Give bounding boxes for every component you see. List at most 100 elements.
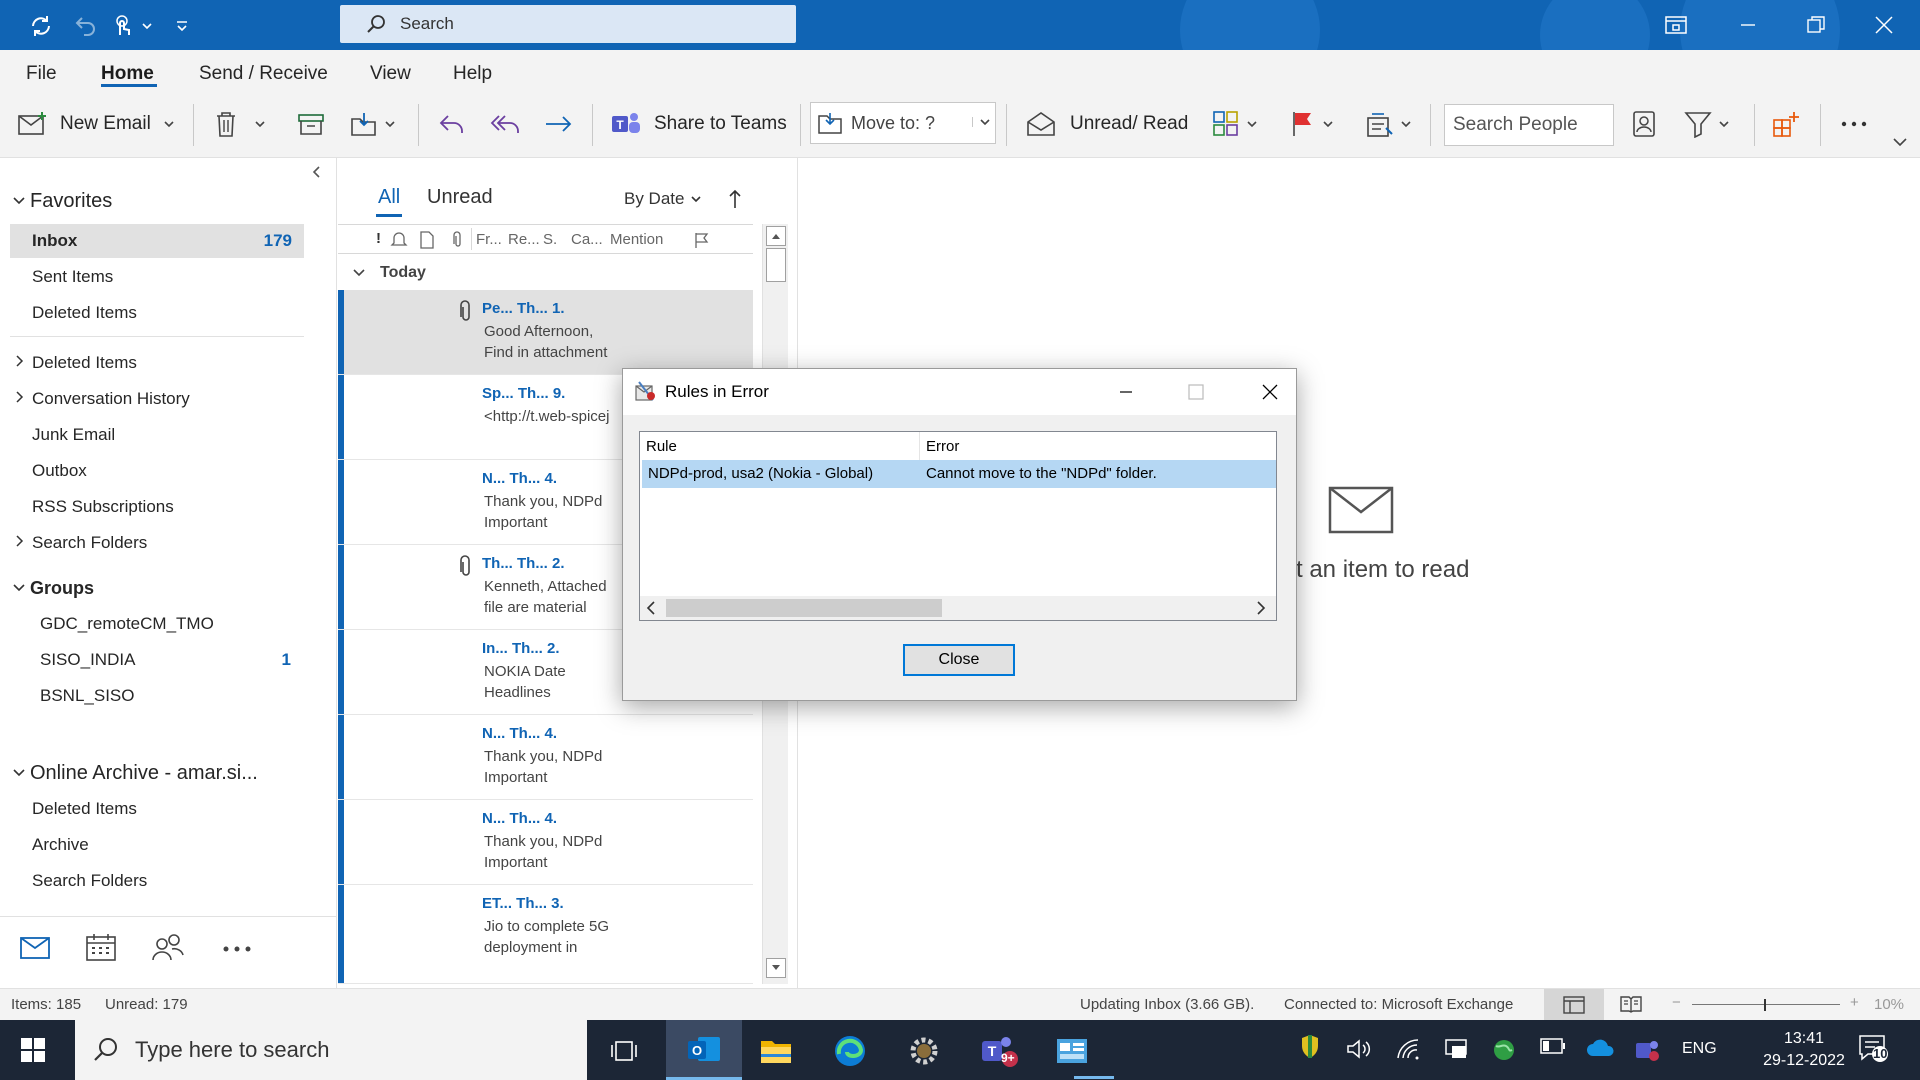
search-input[interactable]: Search [340,5,796,43]
chevron-down-icon[interactable] [1322,119,1334,129]
menu-home[interactable]: Home [101,63,154,85]
touch-mode-icon[interactable] [110,13,136,39]
people-icon[interactable] [152,933,184,961]
dialog-minimize-button[interactable] [1103,369,1149,415]
rule-error-row[interactable]: NDPd-prod, usa2 (Nokia - Global) Cannot … [642,460,1276,488]
security-shield-icon[interactable] [1300,1034,1320,1060]
folder-junk-email[interactable]: Junk Email [32,425,115,445]
zoom-slider-thumb[interactable] [1764,999,1766,1011]
edge-browser-icon[interactable] [818,1026,882,1076]
coming-soon-icon[interactable] [1640,0,1712,50]
group-siso-india[interactable]: SISO_INDIA [40,650,135,670]
settings-gear-app-icon[interactable] [892,1026,956,1076]
folder-outbox[interactable]: Outbox [32,461,87,481]
more-apps-icon[interactable] [222,945,252,953]
dialog-title-bar[interactable]: Rules in Error [623,369,1296,415]
onedrive-cloud-icon[interactable] [1586,1038,1616,1058]
chevron-down-icon[interactable] [1246,119,1258,129]
language-indicator[interactable]: ENG [1682,1040,1717,1058]
unread-read-button[interactable]: Unread/ Read [1026,106,1188,142]
group-bsnl-siso[interactable]: BSNL_SISO [40,686,135,706]
task-view-icon[interactable] [592,1026,656,1076]
collapse-pane-icon[interactable] [310,164,322,180]
notification-center-icon[interactable]: 10 [1858,1034,1888,1062]
file-explorer-icon[interactable] [744,1026,808,1076]
chevron-down-icon[interactable] [972,117,991,127]
mail-icon[interactable] [20,937,50,959]
restore-button[interactable] [1780,0,1852,50]
outlook-taskbar-icon[interactable]: O [666,1020,742,1080]
menu-help[interactable]: Help [453,63,492,85]
groups-header[interactable]: Groups [12,578,94,599]
globe-icon[interactable] [1492,1038,1516,1062]
new-email-button[interactable]: New Email [18,106,175,142]
reading-view-icon[interactable] [1620,995,1642,1013]
flag-column-icon[interactable] [694,231,710,249]
scroll-down-arrow-icon[interactable] [766,958,786,978]
column-received[interactable]: Re... [508,231,540,248]
column-size[interactable]: S. [543,231,557,248]
column-categories[interactable]: Ca... [571,231,603,248]
delete-button[interactable] [214,106,266,142]
share-to-teams-button[interactable]: T Share to Teams [610,106,787,142]
move-to-button[interactable] [350,106,396,142]
message-item[interactable]: Pe... Th... 1. Good Afternoon, Find in a… [338,290,753,375]
sort-by-date[interactable]: By Date [624,189,702,209]
folder-sent-items[interactable]: Sent Items [32,267,113,287]
dialog-close-icon[interactable] [1243,369,1297,415]
scroll-left-arrow-icon[interactable] [644,600,658,616]
scroll-up-arrow-icon[interactable] [766,226,786,246]
folder-inbox[interactable]: Inbox 179 [10,224,304,258]
address-book-button[interactable] [1632,106,1656,142]
control-panel-icon[interactable] [1040,1026,1104,1076]
get-add-ins-button[interactable] [1772,106,1800,142]
message-item[interactable]: ET... Th... 3. Jio to complete 5G deploy… [338,885,753,984]
teams-taskbar-icon[interactable]: T 9+ [966,1026,1030,1076]
zoom-out-button[interactable]: − [1672,994,1681,1011]
teams-tray-icon[interactable] [1634,1038,1660,1062]
battery-icon[interactable] [1540,1038,1566,1054]
undo-icon[interactable] [72,13,98,39]
folder-search-folders[interactable]: Search Folders [14,533,147,553]
volume-icon[interactable] [1346,1038,1372,1060]
chevron-down-icon[interactable] [1718,119,1730,129]
horizontal-scroll-thumb[interactable] [666,599,942,617]
forward-button[interactable] [544,106,574,142]
categorize-button[interactable] [1212,106,1258,142]
menu-file[interactable]: File [26,63,57,85]
chevron-down-icon[interactable] [1400,119,1412,129]
folder-rss-subscriptions[interactable]: RSS Subscriptions [32,497,174,517]
message-item[interactable]: N... Th... 4. Thank you, NDPd Important [338,715,753,800]
chevron-down-icon[interactable] [254,119,266,129]
message-item[interactable]: N... Th... 4. Thank you, NDPd Important [338,800,753,885]
online-archive-header[interactable]: Online Archive - amar.si... [12,762,258,785]
column-header-rule[interactable]: Rule [640,432,920,460]
folder-conversation-history[interactable]: Conversation History [14,389,190,409]
taskbar-search-input[interactable]: Type here to search [75,1020,587,1080]
archive-search-folders[interactable]: Search Folders [32,871,147,891]
item-type-icon[interactable] [420,231,434,249]
column-importance[interactable]: ! [376,230,381,247]
folder-deleted-items-tree[interactable]: Deleted Items [14,353,137,373]
scroll-thumb[interactable] [766,248,786,282]
clock[interactable]: 13:41 29-12-2022 [1752,1028,1856,1072]
network-devices-icon[interactable] [1444,1038,1468,1060]
send-receive-all-icon[interactable] [28,13,54,39]
close-window-button[interactable] [1848,0,1920,50]
wifi-icon[interactable] [1396,1038,1420,1060]
calendar-icon[interactable] [86,933,116,961]
chevron-down-icon[interactable] [163,119,175,129]
move-to-dropdown[interactable]: Move to: ? [810,102,996,144]
reply-all-button[interactable] [490,106,522,142]
search-people-input[interactable]: Search People [1444,104,1614,146]
scroll-right-arrow-icon[interactable] [1254,600,1268,616]
sort-direction-arrow-icon[interactable] [728,188,742,210]
column-from[interactable]: Fr... [476,231,502,248]
zoom-in-button[interactable]: + [1850,994,1859,1011]
group-header-today[interactable]: Today [352,264,426,282]
tab-all[interactable]: All [378,186,400,209]
customize-toolbar-icon[interactable] [174,13,190,39]
windows-start-icon[interactable] [20,1037,46,1063]
menu-send-receive[interactable]: Send / Receive [199,63,328,85]
archive-deleted-items[interactable]: Deleted Items [32,799,137,819]
